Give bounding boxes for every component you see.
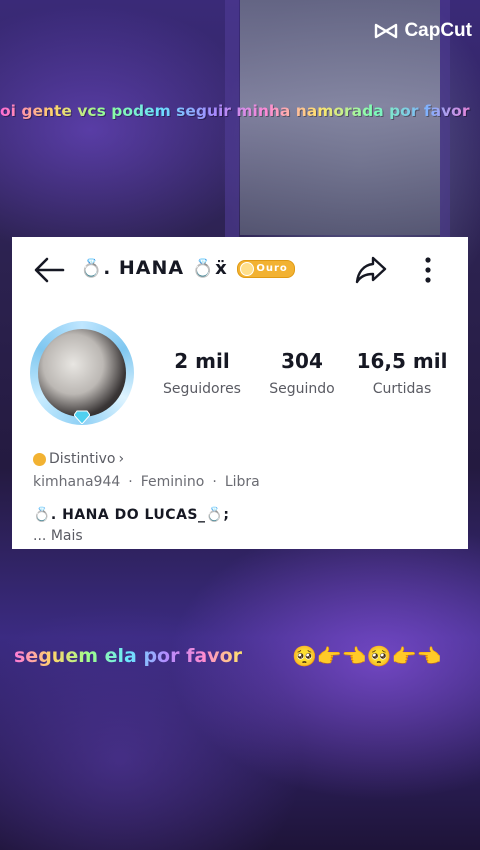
profile-bio: 💍. HANA DO LUCAS_💍; (33, 507, 230, 523)
title-prefix: 💍. (80, 258, 112, 279)
likes-label: Curtidas (372, 381, 432, 397)
following-stat[interactable]: 304 Seguindo (252, 349, 352, 397)
profile-card: 💍. HANA 💍ẍ Ouro 2 mil Seguidores 304 Seg… (12, 237, 468, 549)
capcut-brand: CapCut (404, 20, 472, 41)
followers-count: 2 mil (174, 349, 230, 373)
caption-bottom: seguem ela por favor (14, 645, 242, 667)
bio-more-link[interactable]: ... Mais (33, 528, 83, 544)
capcut-logo-icon (374, 22, 398, 40)
badge-icon (33, 452, 46, 466)
title-suffix: 💍ẍ (191, 258, 228, 279)
following-label: Seguindo (269, 381, 335, 397)
gender: Feminino (140, 474, 205, 490)
profile-name: HANA (118, 257, 185, 279)
coin-icon (240, 261, 255, 276)
profile-title: 💍. HANA 💍ẍ Ouro (80, 257, 295, 279)
followers-label: Seguidores (163, 381, 241, 397)
more-label: Mais (50, 528, 83, 544)
more-ellipsis: ... (33, 528, 47, 544)
separator-dot: · (128, 474, 133, 490)
separator-dot: · (212, 474, 217, 490)
avatar[interactable] (30, 321, 134, 425)
gold-badge-label: Ouro (256, 263, 288, 274)
likes-stat[interactable]: 16,5 mil Curtidas (352, 349, 452, 397)
back-arrow-icon[interactable] (32, 255, 66, 285)
avatar-image (38, 329, 126, 417)
profile-stats: 2 mil Seguidores 304 Seguindo 16,5 mil C… (152, 349, 452, 397)
capcut-watermark: CapCut (374, 20, 472, 42)
distintivo-link[interactable]: Distintivo › (33, 451, 124, 467)
distintivo-label: Distintivo (49, 451, 116, 467)
more-options-icon[interactable] (418, 255, 438, 285)
share-icon[interactable] (354, 253, 388, 285)
username: kimhana944 (33, 474, 121, 490)
following-count: 304 (281, 349, 323, 373)
profile-meta: kimhana944 · Feminino · Libra (33, 474, 260, 490)
gold-badge[interactable]: Ouro (237, 259, 295, 278)
zodiac-sign: Libra (224, 474, 260, 490)
chevron-right-icon: › (118, 451, 125, 467)
caption-top: oi gente vcs podem seguir minha namorada… (0, 102, 480, 120)
diamond-icon (73, 409, 91, 425)
caption-emojis: 🥺👉👈🥺👉👈 (292, 644, 442, 668)
likes-count: 16,5 mil (356, 349, 448, 373)
followers-stat[interactable]: 2 mil Seguidores (152, 349, 252, 397)
